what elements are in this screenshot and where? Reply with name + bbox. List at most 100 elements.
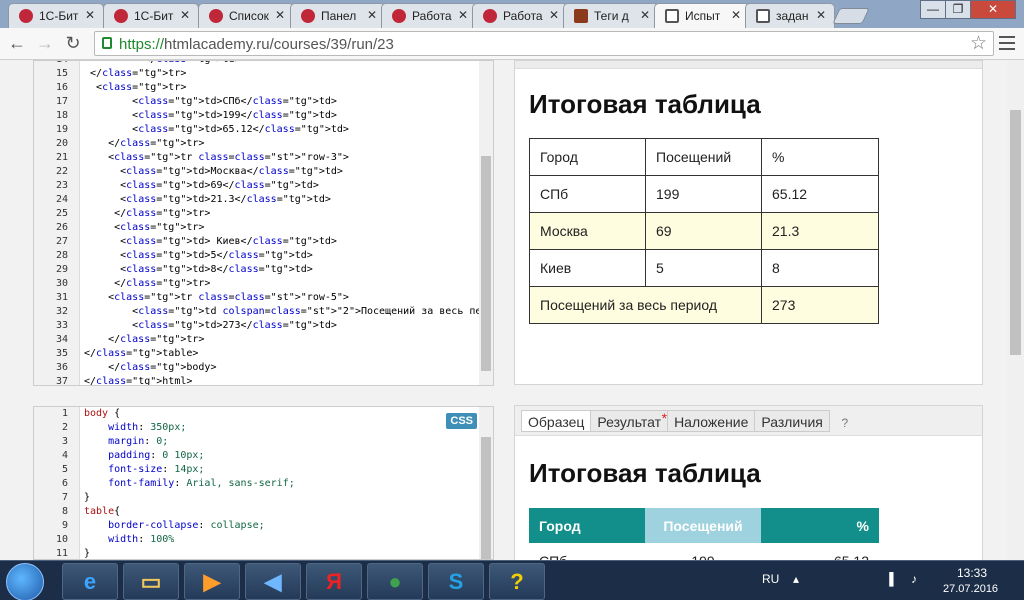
minimize-button[interactable]: — <box>920 0 946 19</box>
ie-icon[interactable]: e <box>62 563 118 600</box>
code-line[interactable]: 37 </class="tg">html> <box>34 375 474 385</box>
code-line[interactable]: 8 table{ <box>34 505 474 519</box>
explorer-icon[interactable]: ▭ <box>123 563 179 600</box>
code-line[interactable]: 36 </class="tg">body> <box>34 361 474 375</box>
close-icon[interactable]: ✕ <box>275 8 285 22</box>
yandex-icon[interactable]: Я <box>306 563 362 600</box>
code-line[interactable]: 6 font-family: Arial, sans-serif; <box>34 477 474 491</box>
code-line[interactable]: 15 </class="tg">tr> <box>34 67 474 81</box>
css-badge: CSS <box>446 413 477 429</box>
scrollbar-thumb[interactable] <box>481 437 491 559</box>
new-tab-button[interactable] <box>832 8 870 24</box>
page-scrollbar[interactable] <box>1007 60 1024 560</box>
tab-sample[interactable]: Образец <box>521 410 592 432</box>
tray-arrow-icon[interactable]: ▴ <box>793 572 799 586</box>
close-window-button[interactable]: ✕ <box>970 0 1016 19</box>
code-line[interactable]: 24 <class="tg">td>21.3</class="tg">td> <box>34 193 474 207</box>
code-line[interactable]: 34 </class="tg">tr> <box>34 333 474 347</box>
close-icon[interactable]: ✕ <box>549 8 559 22</box>
close-icon[interactable]: ✕ <box>731 8 741 22</box>
close-icon[interactable]: ✕ <box>816 8 826 22</box>
scrollbar-thumb[interactable] <box>1010 110 1021 355</box>
line-number: 28 <box>55 250 68 261</box>
code-line[interactable]: 3 margin: 0; <box>34 435 474 449</box>
url-text[interactable]: https://htmlacademy.ru/courses/39/run/23 <box>119 36 394 53</box>
browser-tab[interactable]: Работа ✕ <box>472 3 568 28</box>
close-icon[interactable]: ✕ <box>640 8 650 22</box>
tab-result[interactable]: Результат * <box>590 410 669 432</box>
close-icon[interactable]: ✕ <box>85 8 95 22</box>
help-icon[interactable]: ? <box>489 563 545 600</box>
media-player-icon[interactable]: ▶ <box>184 563 240 600</box>
scrollbar[interactable] <box>479 407 493 559</box>
browser-tab[interactable]: Работа ✕ <box>381 3 477 28</box>
code-line[interactable]: 16 <class="tg">tr> <box>34 81 474 95</box>
browser-tab[interactable]: задан ✕ <box>745 3 835 28</box>
code-text: </class="tg">td> <box>84 61 240 67</box>
scrollbar-thumb[interactable] <box>481 156 491 371</box>
volume-icon[interactable]: ♪ <box>911 572 917 586</box>
network-icon[interactable]: ▐ <box>885 572 894 586</box>
clock-date[interactable]: 27.07.2016 <box>943 583 998 595</box>
code-line[interactable]: 18 <class="tg">td>199</class="tg">td> <box>34 109 474 123</box>
browser-tab[interactable]: Список ✕ <box>198 3 294 28</box>
close-icon[interactable]: ✕ <box>458 8 468 22</box>
code-line[interactable]: 14 </class="tg">td> <box>34 61 474 67</box>
code-line[interactable]: 27 <class="tg">td> Киев</class="tg">td> <box>34 235 474 249</box>
code-line[interactable]: 26 <class="tg">tr> <box>34 221 474 235</box>
reload-icon[interactable]: ↻ <box>62 32 84 54</box>
tab-overlay[interactable]: Наложение <box>667 410 756 432</box>
code-line[interactable]: 31 <class="tg">tr class=class="st">"row-… <box>34 291 474 305</box>
code-line[interactable]: 10 width: 100% <box>34 533 474 547</box>
code-line[interactable]: 21 <class="tg">tr class=class="st">"row-… <box>34 151 474 165</box>
code-line[interactable]: 20 </class="tg">tr> <box>34 137 474 151</box>
code-line[interactable]: 1 body { <box>34 407 474 421</box>
address-bar[interactable]: https://htmlacademy.ru/courses/39/run/23… <box>94 31 994 56</box>
code-line[interactable]: 22 <class="tg">td>Москва</class="tg">td> <box>34 165 474 179</box>
code-line[interactable]: 33 <class="tg">td>273</class="tg">td> <box>34 319 474 333</box>
code-line[interactable]: 25 </class="tg">tr> <box>34 207 474 221</box>
code-line[interactable]: 9 border-collapse: collapse; <box>34 519 474 533</box>
code-line[interactable]: 5 font-size: 14px; <box>34 463 474 477</box>
start-button[interactable] <box>6 563 44 600</box>
help-icon[interactable]: ? <box>835 416 855 430</box>
code-line[interactable]: 32 <class="tg">td colspan=class="st">"2"… <box>34 305 493 319</box>
code-text: width: 350px; <box>108 422 187 433</box>
menu-icon[interactable] <box>999 36 1015 50</box>
forward-icon[interactable]: → <box>34 32 56 54</box>
clock-time[interactable]: 13:33 <box>957 566 987 580</box>
preview-tabs: Образец Результат * Наложение Различия? <box>521 410 855 432</box>
code-line[interactable]: 28 <class="tg">td>5</class="tg">td> <box>34 249 474 263</box>
code-line[interactable]: 4 padding: 0 10px; <box>34 449 474 463</box>
bitrix-icon <box>392 9 406 23</box>
code-line[interactable]: 35 </class="tg">table> <box>34 347 474 361</box>
line-number: 24 <box>55 194 68 205</box>
code-line[interactable]: 2 width: 350px; <box>34 421 474 435</box>
tab-diff[interactable]: Различия <box>754 410 830 432</box>
code-line[interactable]: 17 <class="tg">td>СПб</class="tg">td> <box>34 95 474 109</box>
code-line[interactable]: 23 <class="tg">td>69</class="tg">td> <box>34 179 474 193</box>
maximize-button[interactable]: ❐ <box>945 0 971 19</box>
browser-tab-active[interactable]: Испыт ✕ <box>654 3 750 29</box>
code-line[interactable]: 7} <box>34 491 474 505</box>
browser-tab[interactable]: 1С-Бит ✕ <box>8 3 104 28</box>
close-icon[interactable]: ✕ <box>180 8 190 22</box>
code-line[interactable]: 19 <class="tg">td>65.12</class="tg">td> <box>34 123 474 137</box>
close-icon[interactable]: ✕ <box>367 8 377 22</box>
code-line[interactable]: 11} <box>34 547 474 559</box>
code-line[interactable]: 29 <class="tg">td>8</class="tg">td> <box>34 263 474 277</box>
language-indicator[interactable]: RU <box>762 572 779 586</box>
volume-app-icon[interactable]: ◀ <box>245 563 301 600</box>
code-text: } <box>84 492 91 503</box>
html-code-editor[interactable]: 14 </class="tg">td>15 </class="tg">tr>16… <box>33 60 494 386</box>
skype-icon[interactable]: S <box>428 563 484 600</box>
bookmark-star-icon[interactable]: ☆ <box>970 32 987 55</box>
browser-tab[interactable]: Панел ✕ <box>290 3 386 28</box>
css-code-editor[interactable]: 1 body {2 width: 350px; 3 margin: 0; 4 padd… <box>33 406 494 560</box>
code-line[interactable]: 30 </class="tg">tr> <box>34 277 474 291</box>
browser-tab[interactable]: Теги д ✕ <box>563 3 659 28</box>
back-icon[interactable]: ← <box>6 32 28 54</box>
chrome-icon[interactable]: ● <box>367 563 423 600</box>
scrollbar[interactable] <box>479 61 493 385</box>
browser-tab[interactable]: 1С-Бит ✕ <box>103 3 199 28</box>
